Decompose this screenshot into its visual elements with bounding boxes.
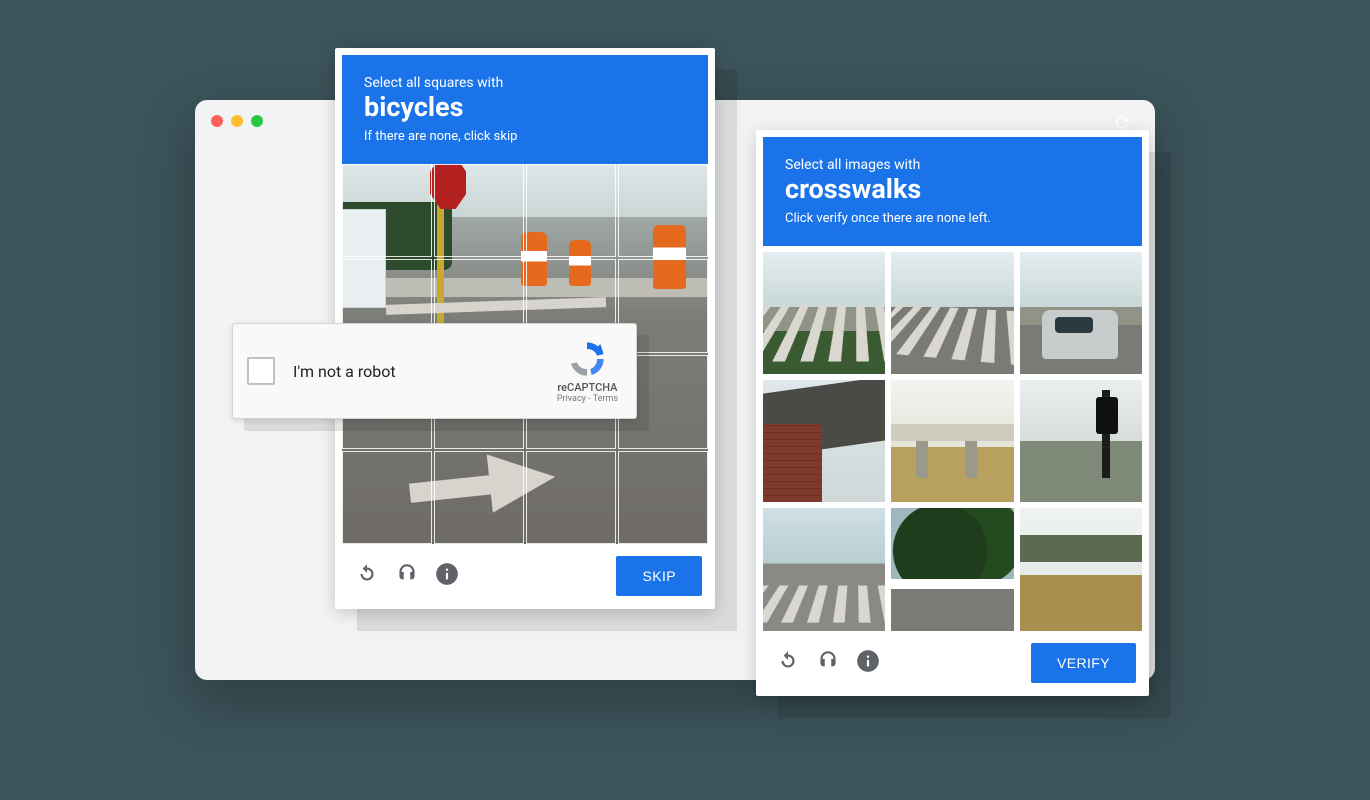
captcha-tile[interactable] — [1020, 252, 1142, 374]
grid-cell[interactable] — [526, 451, 616, 545]
skip-button[interactable]: SKIP — [616, 556, 702, 596]
captcha-tile[interactable] — [891, 508, 1013, 630]
reload-icon[interactable] — [775, 648, 801, 678]
captcha-tile[interactable] — [891, 252, 1013, 374]
reload-icon[interactable] — [354, 561, 380, 591]
window-maximize-icon[interactable] — [251, 115, 263, 127]
captcha-tile[interactable] — [891, 380, 1013, 502]
window-minimize-icon[interactable] — [231, 115, 243, 127]
info-icon[interactable] — [434, 561, 460, 591]
prompt-hint: If there are none, click skip — [364, 129, 686, 144]
grid-cell[interactable] — [618, 451, 708, 545]
info-icon[interactable] — [855, 648, 881, 678]
prompt-target: bicycles — [364, 91, 686, 125]
recaptcha-checkbox[interactable] — [247, 357, 275, 385]
captcha-tile[interactable] — [1020, 508, 1142, 630]
captcha-tile[interactable] — [763, 380, 885, 502]
captcha-tile[interactable] — [763, 252, 885, 374]
captcha-header: Select all images with crosswalks Click … — [763, 137, 1142, 246]
recaptcha-badge: reCAPTCHA Privacy - Terms — [557, 339, 622, 404]
captcha-footer: VERIFY — [763, 631, 1142, 689]
audio-icon[interactable] — [394, 561, 420, 591]
recaptcha-legal-links[interactable]: Privacy - Terms — [557, 394, 618, 404]
grid-cell[interactable] — [342, 164, 432, 258]
grid-cell[interactable] — [526, 164, 616, 258]
grid-cell[interactable] — [434, 164, 524, 258]
prompt-instruction: Select all images with — [785, 157, 1120, 173]
prompt-target: crosswalks — [785, 173, 1120, 207]
audio-icon[interactable] — [815, 648, 841, 678]
prompt-hint: Click verify once there are none left. — [785, 211, 1120, 226]
captcha-challenge-crosswalks: Select all images with crosswalks Click … — [756, 130, 1149, 696]
prompt-instruction: Select all squares with — [364, 75, 686, 91]
captcha-tile[interactable] — [763, 508, 885, 630]
captcha-tile[interactable] — [1020, 380, 1142, 502]
recaptcha-brand: reCAPTCHA — [557, 381, 618, 394]
captcha-header: Select all squares with bicycles If ther… — [342, 55, 708, 164]
grid-cell[interactable] — [618, 164, 708, 258]
grid-cell[interactable] — [342, 451, 432, 545]
recaptcha-label: I'm not a robot — [293, 362, 557, 381]
recaptcha-logo-icon — [567, 339, 607, 379]
recaptcha-checkbox-widget: I'm not a robot reCAPTCHA Privacy - Term… — [232, 323, 637, 419]
verify-button[interactable]: VERIFY — [1031, 643, 1136, 683]
captcha-grid-3x3 — [763, 246, 1142, 631]
captcha-footer: SKIP — [342, 544, 708, 602]
grid-cell[interactable] — [434, 451, 524, 545]
window-close-icon[interactable] — [211, 115, 223, 127]
